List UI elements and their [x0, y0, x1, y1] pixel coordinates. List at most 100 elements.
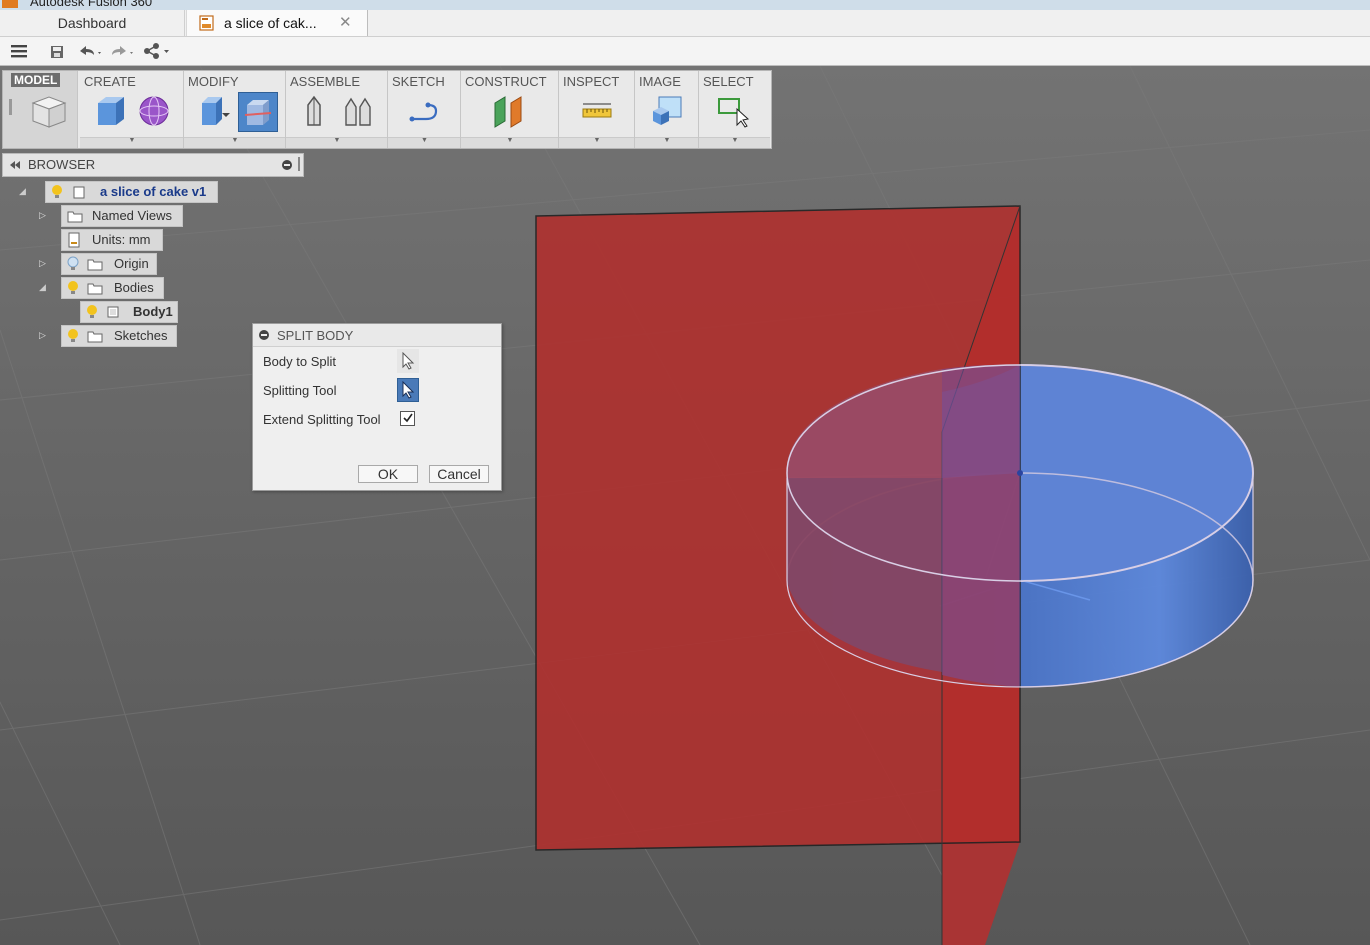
split-body-icon	[244, 100, 272, 125]
tab-document[interactable]: a slice of cak... ✕	[186, 10, 368, 36]
create-label: CREATE	[84, 74, 136, 89]
named-views-label: Named Views	[92, 208, 172, 223]
drag-handle[interactable]	[9, 99, 12, 115]
extend-splitting-tool-label: Extend Splitting Tool	[263, 412, 381, 427]
cursor-arrow-icon	[402, 352, 415, 370]
tree-units[interactable]: Units: mm	[61, 229, 163, 251]
folder-icon	[67, 211, 83, 223]
expand-root-icon[interactable]: ◢	[19, 186, 26, 197]
workspace-label: MODEL	[11, 73, 61, 87]
collapse-dialog-icon[interactable]	[258, 329, 270, 341]
save-icon[interactable]	[49, 41, 65, 61]
root-label: a slice of cake v1	[100, 184, 207, 199]
assemble-group[interactable]: ASSEMBLE ▼	[286, 71, 388, 148]
lightbulb-off-icon[interactable]	[66, 256, 80, 272]
assemble-label: ASSEMBLE	[290, 74, 361, 89]
bodies-label: Bodies	[114, 280, 154, 295]
sketches-label: Sketches	[114, 328, 168, 343]
image-dropdown[interactable]: ▼	[635, 137, 698, 148]
inspect-group[interactable]: INSPECT ▼	[559, 71, 635, 148]
sketch-group[interactable]: SKETCH ▼	[388, 71, 461, 148]
browser-options-icon[interactable]	[281, 159, 293, 171]
origin-label: Origin	[114, 256, 149, 271]
tree-bodies[interactable]: Bodies	[61, 277, 164, 299]
as-built-joint-icon[interactable]	[340, 93, 376, 129]
cursor-arrow-icon	[402, 381, 415, 399]
lightbulb-icon[interactable]	[50, 184, 64, 200]
expand-named-views-icon[interactable]: ▷	[39, 210, 46, 221]
browser-resize-handle[interactable]	[298, 157, 300, 171]
image-group[interactable]: IMAGE ▼	[635, 71, 699, 148]
sphere-icon[interactable]	[136, 93, 172, 129]
browser-header[interactable]: BROWSER	[2, 153, 304, 177]
splitting-tool-label: Splitting Tool	[263, 383, 337, 398]
modify-dropdown[interactable]: ▼	[184, 137, 285, 148]
tree-body1[interactable]: Body1	[80, 301, 178, 323]
redo-icon[interactable]	[108, 41, 138, 61]
sketch-dropdown[interactable]: ▼	[388, 137, 460, 148]
measure-icon[interactable]	[579, 93, 615, 129]
expand-origin-icon[interactable]: ▷	[39, 258, 46, 269]
modify-label: MODIFY	[188, 74, 239, 89]
dialog-header[interactable]: SPLIT BODY	[253, 324, 501, 347]
folder-icon	[87, 283, 103, 295]
body1-label: Body1	[133, 304, 173, 319]
press-pull-icon[interactable]	[196, 93, 232, 129]
folder-icon	[87, 331, 103, 343]
select-label: SELECT	[703, 74, 754, 89]
tree-sketches[interactable]: Sketches	[61, 325, 177, 347]
cancel-button[interactable]: Cancel	[429, 465, 489, 483]
render-icon[interactable]	[649, 93, 685, 129]
create-dropdown[interactable]: ▼	[80, 137, 183, 148]
app-logo-icon	[2, 0, 18, 8]
expand-bodies-icon[interactable]: ◢	[39, 282, 46, 293]
document-icon	[199, 15, 214, 31]
tree-origin[interactable]: Origin	[61, 253, 157, 275]
folder-icon	[87, 259, 103, 271]
expand-sketches-icon[interactable]: ▷	[39, 330, 46, 341]
lightbulb-icon[interactable]	[66, 328, 80, 344]
sketch-icon[interactable]	[406, 93, 442, 129]
select-icon[interactable]	[715, 93, 751, 129]
joint-icon[interactable]	[296, 93, 332, 129]
undo-icon[interactable]	[76, 41, 106, 61]
document-settings-icon	[68, 232, 80, 248]
component-icon	[73, 186, 85, 199]
tab-dashboard[interactable]: Dashboard	[0, 10, 185, 36]
ok-button[interactable]: OK	[358, 465, 418, 483]
extend-splitting-tool-checkbox[interactable]	[400, 411, 415, 426]
assemble-dropdown[interactable]: ▼	[286, 137, 387, 148]
split-body-button[interactable]	[238, 92, 278, 132]
body-to-split-label: Body to Split	[263, 354, 336, 369]
splitting-tool-selector[interactable]	[397, 378, 419, 402]
body-icon	[107, 306, 119, 318]
inspect-label: INSPECT	[563, 74, 620, 89]
checkmark-icon	[403, 413, 413, 423]
split-body-dialog: SPLIT BODY Body to Split Splitting Tool …	[252, 323, 502, 491]
select-dropdown[interactable]: ▼	[699, 137, 770, 148]
share-icon[interactable]	[142, 41, 172, 61]
browser-title: BROWSER	[28, 157, 96, 172]
lightbulb-icon[interactable]	[66, 280, 80, 296]
menu-icon[interactable]	[10, 41, 28, 61]
select-group[interactable]: SELECT ▼	[699, 71, 770, 148]
close-tab-icon[interactable]: ✕	[339, 10, 352, 36]
ribbon-toolbar: MODEL CREATE ▼ MODIFY ▼ ASSEMBLE ▼ SKETC…	[2, 70, 772, 149]
collapse-browser-icon[interactable]	[9, 160, 21, 170]
box-icon[interactable]	[92, 93, 128, 129]
sketch-label: SKETCH	[392, 74, 445, 89]
construct-group[interactable]: CONSTRUCT ▼	[461, 71, 559, 148]
tree-root-node[interactable]: a slice of cake v1	[45, 181, 218, 203]
offset-plane-icon[interactable]	[491, 93, 527, 129]
create-group[interactable]: CREATE ▼	[80, 71, 184, 148]
tree-named-views[interactable]: Named Views	[61, 205, 183, 227]
tab-document-label: a slice of cak...	[224, 15, 317, 31]
quick-access-bar	[0, 37, 1370, 66]
body-to-split-selector[interactable]	[397, 349, 419, 373]
workspace-switcher[interactable]: MODEL	[3, 71, 78, 148]
inspect-dropdown[interactable]: ▼	[559, 137, 634, 148]
dialog-title: SPLIT BODY	[277, 328, 354, 343]
construct-dropdown[interactable]: ▼	[461, 137, 558, 148]
modify-group[interactable]: MODIFY ▼	[184, 71, 286, 148]
lightbulb-icon[interactable]	[85, 304, 99, 320]
